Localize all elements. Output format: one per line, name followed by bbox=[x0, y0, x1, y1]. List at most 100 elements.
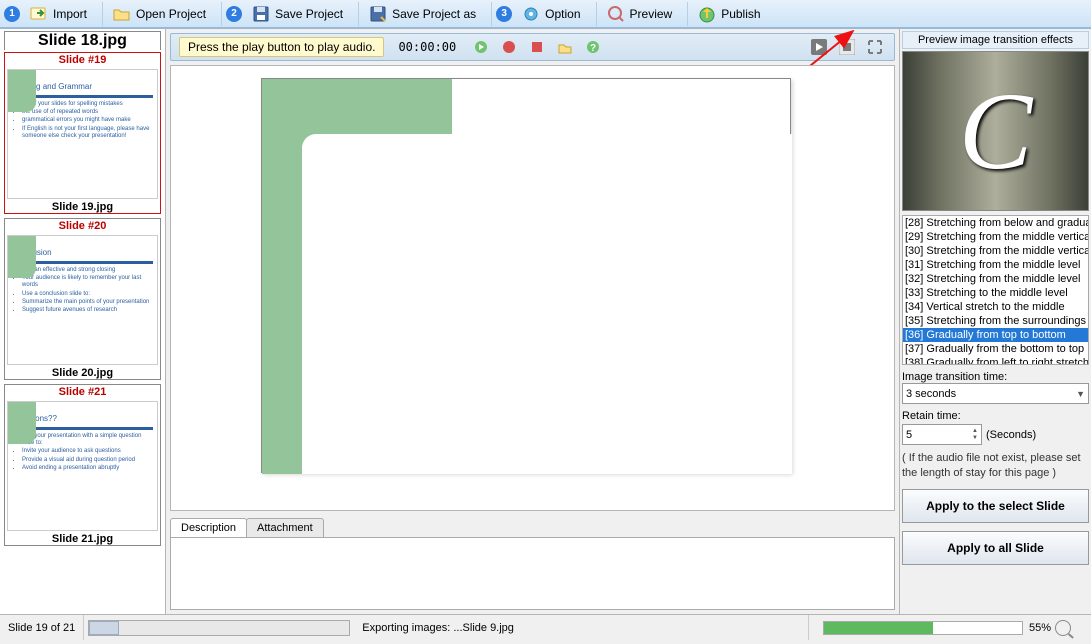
effect-option[interactable]: [28] Stretching from below and gradually bbox=[903, 216, 1088, 230]
preview-letter: C bbox=[959, 68, 1032, 195]
main-toolbar: 1 Import Open Project 2 Save Project Sav… bbox=[0, 0, 1091, 28]
retain-time-spinner[interactable]: 5 ▲▼ bbox=[902, 424, 982, 445]
separator bbox=[687, 2, 688, 26]
tab-description[interactable]: Description bbox=[170, 518, 247, 537]
slide-canvas bbox=[261, 78, 791, 473]
slide-caption-previous: Slide 18.jpg bbox=[4, 31, 161, 50]
publish-icon bbox=[697, 4, 717, 24]
separator bbox=[596, 2, 597, 26]
right-panel: Preview image transition effects C [28] … bbox=[899, 29, 1091, 614]
folder-open-icon bbox=[112, 4, 132, 24]
slide-header: Slide #19 bbox=[5, 53, 160, 67]
transition-time-combo[interactable]: 3 seconds ▼ bbox=[902, 383, 1089, 404]
effect-option[interactable]: [30] Stretching from the middle vertical… bbox=[903, 244, 1088, 258]
slide-thumbnail[interactable]: Slide #20 ConclusionUse an effective and … bbox=[4, 218, 161, 380]
help-button[interactable]: ? bbox=[582, 36, 604, 58]
separator bbox=[491, 2, 492, 26]
slide-canvas-area[interactable] bbox=[170, 65, 895, 511]
retain-time-label: Retain time: bbox=[902, 410, 1089, 422]
preview-button[interactable]: Preview bbox=[601, 1, 684, 27]
effect-option[interactable]: [36] Gradually from top to bottom bbox=[903, 328, 1088, 342]
status-scrollbar[interactable] bbox=[84, 616, 354, 640]
bottom-tabs: Description Attachment bbox=[170, 515, 895, 610]
effect-option[interactable]: [34] Vertical stretch to the middle bbox=[903, 300, 1088, 314]
separator bbox=[358, 2, 359, 26]
slide-preview: Questions??End your presentation with a … bbox=[7, 401, 158, 531]
step-2-badge: 2 bbox=[226, 6, 242, 22]
right-panel-title: Preview image transition effects bbox=[902, 31, 1089, 49]
retain-time-value: 5 bbox=[906, 429, 912, 441]
preview-label: Preview bbox=[630, 7, 673, 21]
slide-preview: Spelling and GrammarProof your slides fo… bbox=[7, 69, 158, 199]
playback-stop-button[interactable] bbox=[836, 36, 858, 58]
status-export-text: Exporting images: ...Slide 9.jpg bbox=[354, 615, 809, 640]
import-icon bbox=[29, 4, 49, 24]
slide-thumbnail[interactable]: Slide #21 Questions??End your presentatio… bbox=[4, 384, 161, 546]
effect-option[interactable]: [29] Stretching from the middle vertical… bbox=[903, 230, 1088, 244]
effect-option[interactable]: [31] Stretching from the middle level bbox=[903, 258, 1088, 272]
step-1-badge: 1 bbox=[4, 6, 20, 22]
main-area: Slide 18.jpg Slide #19 Spelling and Gramm… bbox=[0, 28, 1091, 614]
fullscreen-button[interactable] bbox=[864, 36, 886, 58]
slide-header: Slide #21 bbox=[5, 385, 160, 399]
slide-preview: ConclusionUse an effective and strong cl… bbox=[7, 235, 158, 365]
retain-time-unit: (Seconds) bbox=[986, 429, 1036, 441]
center-area: Press the play button to play audio. 00:… bbox=[166, 29, 899, 614]
save-as-icon bbox=[368, 4, 388, 24]
save-icon bbox=[251, 4, 271, 24]
transition-preview: C bbox=[902, 51, 1089, 211]
step-3-badge: 3 bbox=[496, 6, 512, 22]
effect-option[interactable]: [35] Stretching from the surroundings bbox=[903, 314, 1088, 328]
slide-footer: Slide 21.jpg bbox=[5, 533, 160, 545]
gear-icon bbox=[521, 4, 541, 24]
save-project-button[interactable]: Save Project bbox=[246, 1, 354, 27]
save-project-as-button[interactable]: Save Project as bbox=[363, 1, 487, 27]
save-project-label: Save Project bbox=[275, 7, 343, 21]
apply-to-selected-button[interactable]: Apply to the select Slide bbox=[902, 489, 1089, 523]
import-button[interactable]: Import bbox=[24, 1, 98, 27]
play-button[interactable] bbox=[470, 36, 492, 58]
slide-thumbnail[interactable]: Slide #19 Spelling and GrammarProof your … bbox=[4, 52, 161, 214]
transition-time-value: 3 seconds bbox=[906, 388, 956, 400]
svg-text:?: ? bbox=[590, 43, 596, 54]
option-button[interactable]: Option bbox=[516, 1, 591, 27]
import-label: Import bbox=[53, 7, 87, 21]
stop-button[interactable] bbox=[526, 36, 548, 58]
apply-to-all-button[interactable]: Apply to all Slide bbox=[902, 531, 1089, 565]
save-project-as-label: Save Project as bbox=[392, 7, 476, 21]
publish-label: Publish bbox=[721, 7, 760, 21]
open-audio-button[interactable] bbox=[554, 36, 576, 58]
effect-option[interactable]: [38] Gradually from left to right stretc… bbox=[903, 356, 1088, 365]
audio-timer: 00:00:00 bbox=[398, 40, 456, 54]
zoom-icon[interactable] bbox=[1055, 620, 1071, 636]
option-label: Option bbox=[545, 7, 580, 21]
publish-button[interactable]: Publish bbox=[692, 1, 771, 27]
open-project-label: Open Project bbox=[136, 7, 206, 21]
chevron-down-icon: ▼ bbox=[1076, 389, 1085, 399]
record-button[interactable] bbox=[498, 36, 520, 58]
description-textarea[interactable] bbox=[170, 537, 895, 610]
export-progress-percent: 55% bbox=[1029, 622, 1051, 634]
separator bbox=[221, 2, 222, 26]
slide-panel[interactable]: Slide 18.jpg Slide #19 Spelling and Gramm… bbox=[0, 29, 166, 614]
tab-attachment[interactable]: Attachment bbox=[246, 518, 324, 537]
open-project-button[interactable]: Open Project bbox=[107, 1, 217, 27]
transition-time-label: Image transition time: bbox=[902, 371, 1089, 383]
effect-option[interactable]: [33] Stretching to the middle level bbox=[903, 286, 1088, 300]
audio-bar: Press the play button to play audio. 00:… bbox=[170, 33, 895, 61]
separator bbox=[102, 2, 103, 26]
export-progress-bar bbox=[823, 621, 1023, 635]
retain-time-note: ( If the audio file not exist, please se… bbox=[902, 451, 1089, 481]
status-slide-position: Slide 19 of 21 bbox=[0, 615, 84, 640]
playback-play-button[interactable] bbox=[808, 36, 830, 58]
spinner-buttons[interactable]: ▲▼ bbox=[972, 428, 978, 442]
audio-message: Press the play button to play audio. bbox=[179, 37, 384, 57]
preview-icon bbox=[606, 4, 626, 24]
effect-option[interactable]: [32] Stretching from the middle level bbox=[903, 272, 1088, 286]
slide-footer: Slide 19.jpg bbox=[5, 201, 160, 213]
slide-footer: Slide 20.jpg bbox=[5, 367, 160, 379]
effect-option[interactable]: [37] Gradually from the bottom to top bbox=[903, 342, 1088, 356]
effects-listbox[interactable]: [28] Stretching from below and gradually… bbox=[902, 215, 1089, 365]
status-bar: Slide 19 of 21 Exporting images: ...Slid… bbox=[0, 614, 1091, 640]
slide-header: Slide #20 bbox=[5, 219, 160, 233]
